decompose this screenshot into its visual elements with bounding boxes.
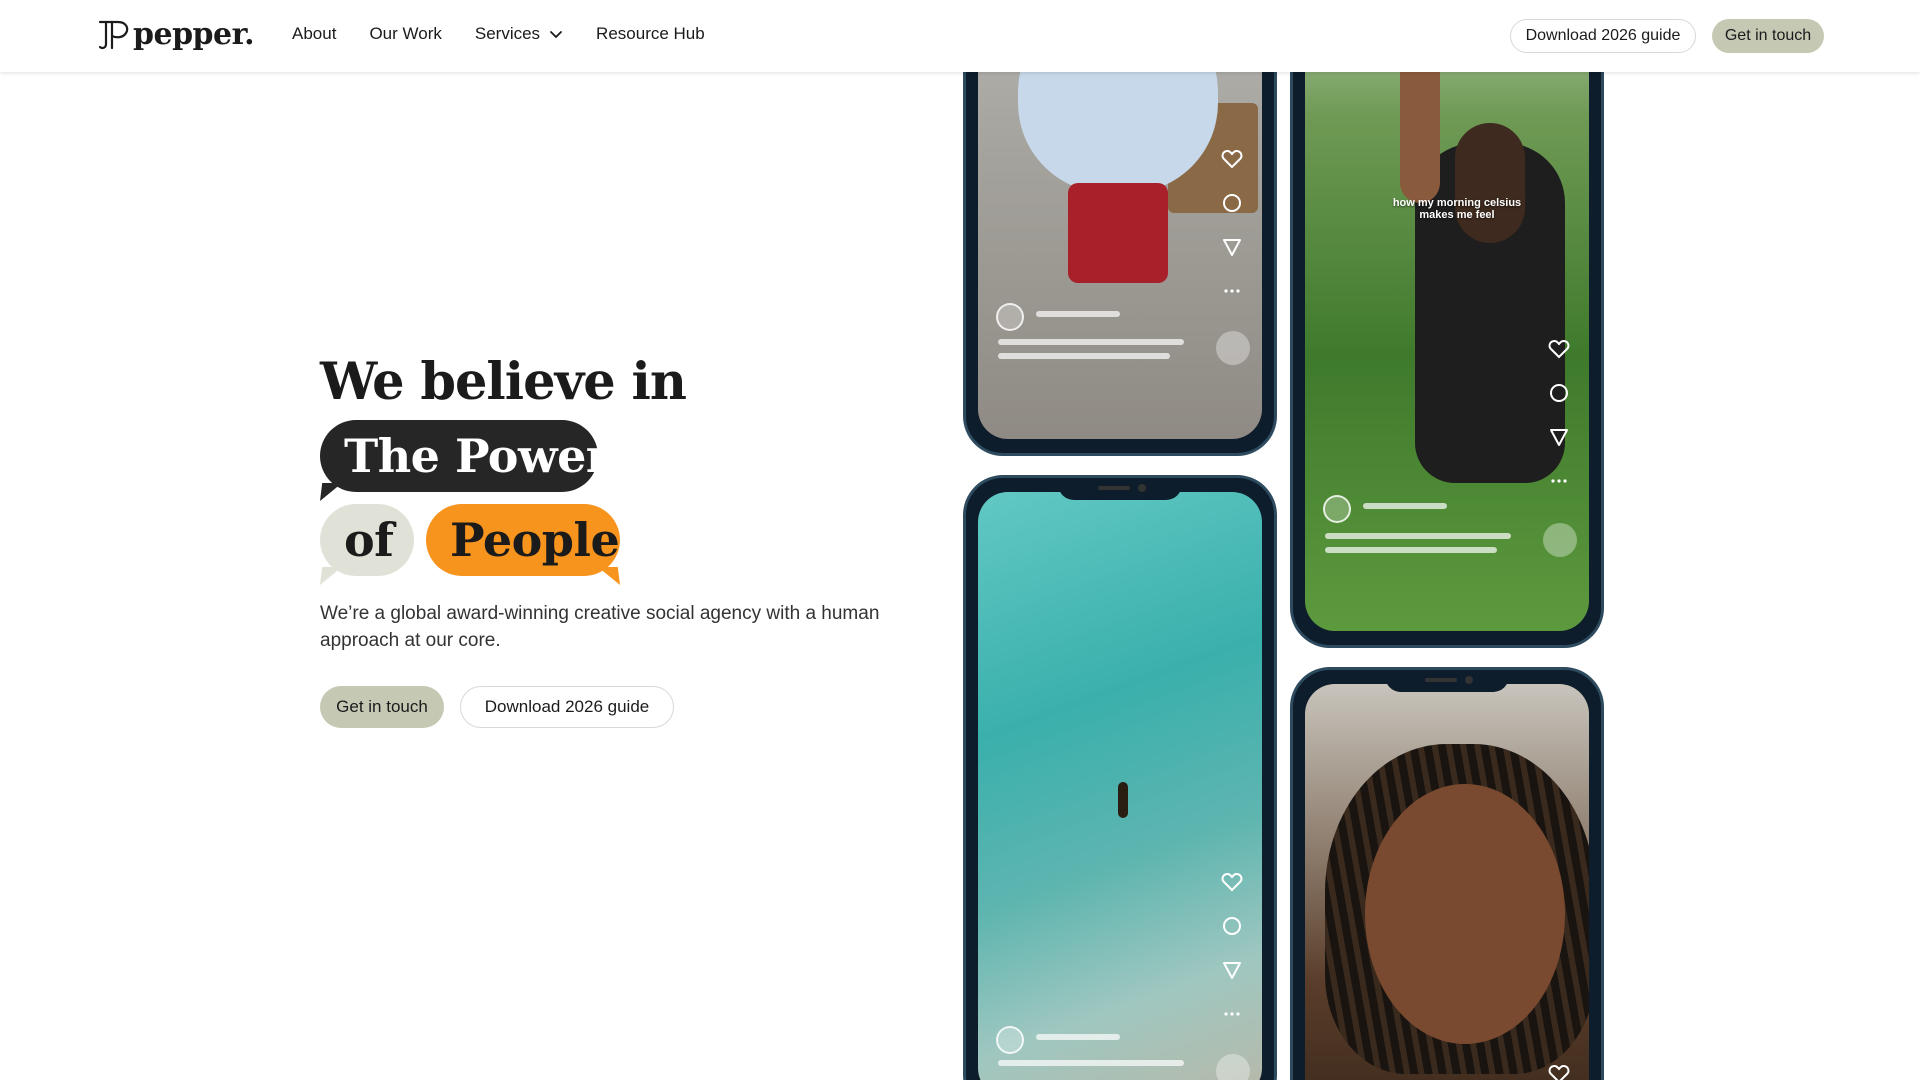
scene-face [1365,784,1565,1044]
phone-mockup-3[interactable] [963,475,1277,1080]
username-placeholder [1036,1034,1120,1040]
chevron-down-icon [550,31,562,38]
caption-placeholder [1325,547,1497,553]
hero-headline: We believe in [320,352,687,412]
avatar[interactable] [996,1026,1024,1054]
share-icon[interactable] [1220,958,1244,982]
nav-our-work-label: Our Work [369,24,442,43]
pepper-logo-icon [98,20,129,50]
logo-wordmark: pepper. [133,17,255,52]
comment-icon[interactable] [1220,191,1244,215]
avatar[interactable] [996,303,1024,331]
share-icon[interactable] [1220,235,1244,259]
phone-mockup-2[interactable]: how my morning celsius makes me feel [1290,0,1604,648]
phone-notch [1058,478,1182,500]
avatar[interactable] [1323,495,1351,523]
music-note-icon[interactable] [1216,331,1250,365]
bubble-the-power: The Power [320,420,610,492]
nav-services[interactable]: Services [475,24,563,44]
hero-download-guide-button[interactable]: Download 2026 guide [460,686,674,728]
scene-hair [1455,123,1525,243]
comment-icon[interactable] [1547,381,1571,405]
heart-icon[interactable] [1547,337,1571,361]
more-icon[interactable] [1220,1002,1244,1026]
music-note-icon[interactable] [1216,1054,1250,1080]
caption-placeholder [998,339,1184,345]
nav-resource-hub[interactable]: Resource Hub [596,24,705,44]
username-placeholder [1036,311,1120,317]
music-note-icon[interactable] [1543,523,1577,557]
hero-get-in-touch-button[interactable]: Get in touch [320,686,444,728]
nav-about[interactable]: About [292,24,336,44]
heart-icon[interactable] [1220,147,1244,171]
bubble-people: People [426,504,620,576]
header-download-guide-button[interactable]: Download 2026 guide [1510,19,1696,53]
nav-resource-hub-label: Resource Hub [596,24,705,43]
caption-placeholder [998,353,1170,359]
caption-placeholder [998,1060,1184,1066]
phone-mockup-4[interactable] [1290,667,1604,1080]
more-icon[interactable] [1220,279,1244,303]
nav-our-work[interactable]: Our Work [369,24,441,44]
site-header: pepper. About Our Work Services Resource… [0,0,1920,72]
nav-services-label: Services [474,24,541,43]
scene-swimmer [1118,782,1128,818]
caption-placeholder [1325,533,1511,539]
share-icon[interactable] [1547,425,1571,449]
main-nav: About Our Work Services Resource Hub [292,24,738,44]
nav-about-label: About [292,24,337,43]
heart-icon[interactable] [1547,1062,1571,1080]
more-icon[interactable] [1547,469,1571,493]
comment-icon[interactable] [1220,914,1244,938]
heart-icon[interactable] [1220,870,1244,894]
phone-3-video[interactable] [978,492,1262,1080]
username-placeholder [1363,503,1447,509]
scene-boots [1068,183,1168,283]
phone-4-video[interactable] [1305,684,1589,1080]
video-caption: how my morning celsius makes me feel [1392,197,1522,221]
pepper-logo[interactable]: pepper. [96,17,255,52]
header-get-in-touch-button[interactable]: Get in touch [1712,19,1824,53]
phone-2-video[interactable]: how my morning celsius makes me feel [1305,0,1589,631]
hero-subtitle: We’re a global award-winning creative so… [320,603,880,651]
phone-notch [1385,670,1509,692]
bubble-of: of [320,504,414,576]
